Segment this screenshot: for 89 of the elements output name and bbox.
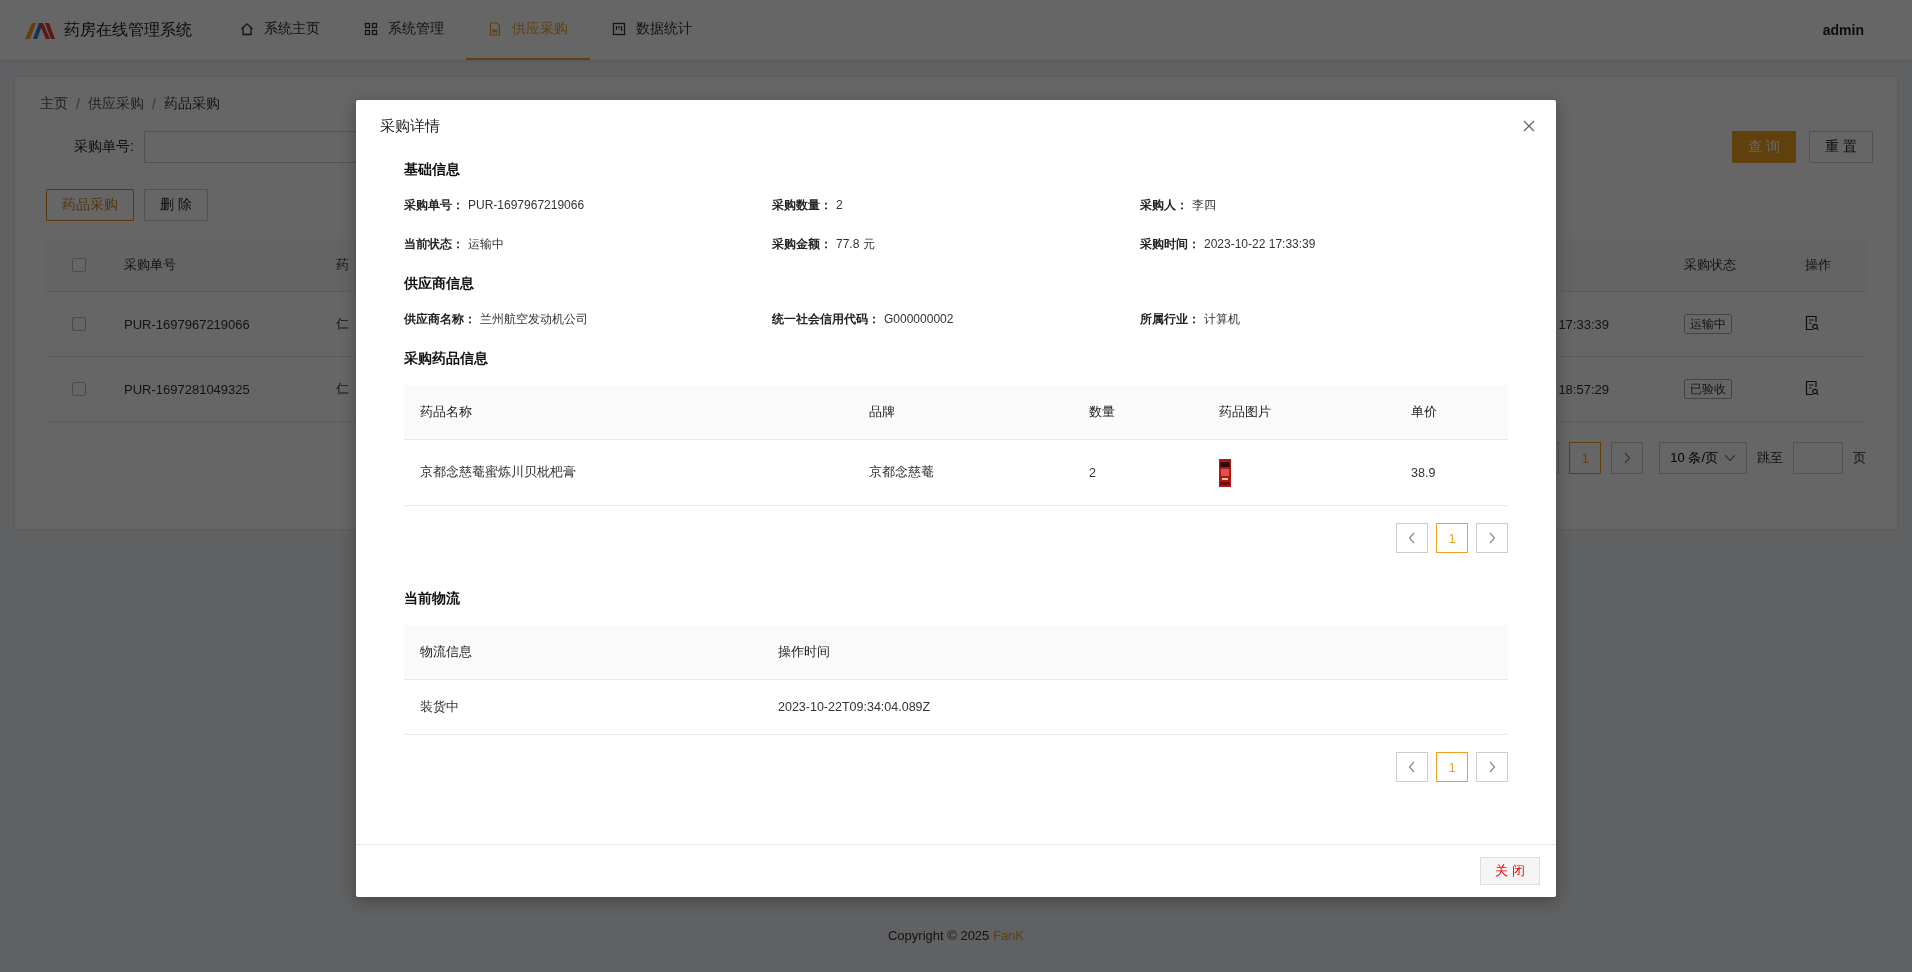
field-value: 77.8 元	[836, 236, 875, 253]
breadcrumb-separator: /	[76, 96, 80, 112]
table-cell: 京都念慈菴	[869, 465, 934, 479]
breadcrumb-link[interactable]: 供应采购	[87, 95, 144, 113]
section-heading: 供应商信息	[404, 274, 475, 293]
table-cell: 18:57:29	[1558, 381, 1609, 397]
app-title: 药房在线管理系统	[64, 19, 192, 40]
page-label: 页	[1853, 449, 1866, 467]
field-label: 采购人：	[1140, 197, 1188, 214]
breadcrumb-link[interactable]: 主页	[40, 95, 68, 113]
page-size-select[interactable]: 10 条/页	[1659, 442, 1747, 474]
document-icon	[488, 22, 502, 36]
purchase-button[interactable]: 药品采购	[46, 189, 134, 221]
field-label: 统一社会信用代码：	[772, 311, 880, 328]
page-button[interactable]: 1	[1569, 442, 1602, 474]
field-label: 采购金额：	[772, 236, 832, 253]
column-header: 药品名称	[420, 404, 472, 419]
close-icon[interactable]	[1522, 119, 1536, 133]
section-heading: 采购药品信息	[404, 349, 489, 368]
checkbox[interactable]	[71, 258, 86, 272]
nav-tab[interactable]: 数据统计	[590, 0, 714, 60]
document-search-icon[interactable]	[1805, 379, 1819, 396]
page-button[interactable]: 1	[1436, 523, 1468, 553]
column-header: 操作	[1805, 257, 1831, 272]
previous-page-button[interactable]	[1396, 523, 1428, 553]
field-label: 供应商名称：	[404, 311, 476, 328]
home-icon	[240, 22, 254, 36]
checkbox[interactable]	[71, 317, 86, 331]
board-icon	[612, 22, 626, 36]
checkbox[interactable]	[71, 382, 86, 396]
nav-tab[interactable]: 系统主页	[218, 0, 342, 60]
column-header: 操作时间	[778, 644, 830, 659]
column-header: 药品图片	[1219, 404, 1271, 419]
table-cell: 17:33:39	[1558, 316, 1609, 332]
section-heading: 基础信息	[404, 160, 461, 179]
grid-icon	[364, 22, 378, 36]
previous-page-button[interactable]	[1396, 752, 1428, 782]
next-page-button[interactable]	[1476, 752, 1508, 782]
column-header: 数量	[1089, 404, 1115, 419]
field-label: 所属行业：	[1140, 311, 1200, 328]
status-tag: 运输中	[1684, 313, 1732, 334]
breadcrumb-separator: /	[151, 96, 156, 112]
document-search-icon[interactable]	[1805, 314, 1819, 331]
table-cell: 装货中	[420, 699, 459, 714]
field-value: G000000002	[884, 311, 954, 328]
jump-label: 跳至	[1757, 449, 1783, 467]
query-button[interactable]: 查 询	[1732, 131, 1797, 163]
column-header: 物流信息	[420, 644, 472, 659]
field-value: 计算机	[1204, 311, 1240, 328]
column-header: 品牌	[869, 404, 895, 419]
nav-tab[interactable]: 系统管理	[342, 0, 466, 60]
field-value: 运输中	[468, 236, 504, 253]
table-cell: 2023-10-22T09:34:04.089Z	[778, 700, 931, 714]
table-cell: 2	[1089, 465, 1096, 480]
author-link[interactable]: FanK	[992, 928, 1025, 943]
table-cell: 仁	[336, 316, 349, 331]
delete-button[interactable]: 删 除	[144, 189, 208, 221]
field-value: 2023-10-22 17:33:39	[1204, 236, 1316, 253]
field-label: 当前状态：	[404, 236, 464, 253]
table-cell: 仁	[336, 381, 349, 396]
column-header: 采购单号	[124, 257, 176, 272]
user-name[interactable]: admin	[1822, 22, 1864, 38]
table-cell: 京都念慈菴蜜炼川贝枇杷膏	[420, 465, 576, 479]
page-button[interactable]: 1	[1436, 752, 1468, 782]
table-cell: PUR-1697281049325	[124, 381, 250, 397]
field-value: 2	[836, 197, 843, 214]
field-value: 兰州航空发动机公司	[480, 311, 588, 328]
field-label: 采购数量：	[772, 197, 832, 214]
field-label: 采购单号：	[404, 197, 464, 214]
table-cell: PUR-1697967219066	[124, 316, 250, 332]
column-header: 药	[336, 257, 349, 272]
section-heading: 当前物流	[404, 589, 461, 608]
logo-icon	[24, 20, 56, 40]
table-cell: 38.9	[1411, 465, 1436, 480]
field-value: 李四	[1192, 197, 1216, 214]
reset-button[interactable]: 重 置	[1809, 131, 1873, 163]
status-tag: 已验收	[1684, 378, 1732, 399]
next-page-button[interactable]	[1611, 442, 1644, 474]
field-label: 采购单号:	[73, 138, 135, 156]
column-header: 单价	[1411, 404, 1437, 419]
dialog-title: 采购详情	[380, 116, 440, 136]
close-button[interactable]: 关 闭	[1480, 857, 1540, 885]
nav-tab[interactable]: 供应采购	[466, 0, 590, 60]
copyright-text: Copyright © 2025	[887, 928, 990, 943]
column-header: 采购状态	[1684, 257, 1736, 272]
field-value: PUR-1697967219066	[468, 197, 585, 214]
caret-icon	[1724, 454, 1736, 462]
field-label: 采购时间：	[1140, 236, 1200, 253]
next-page-button[interactable]	[1476, 523, 1508, 553]
